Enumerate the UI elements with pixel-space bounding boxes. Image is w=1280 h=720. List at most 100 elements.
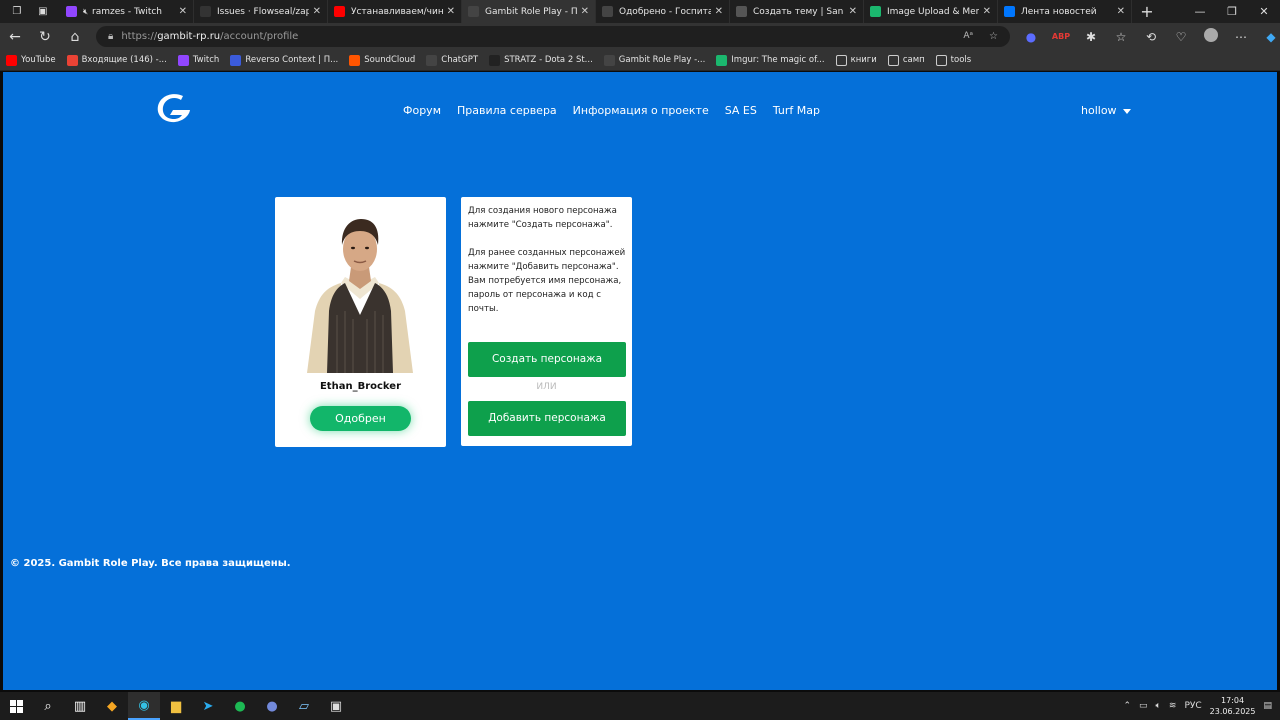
tab-list-icon[interactable]: ▣ — [38, 6, 47, 17]
bookmark-3[interactable]: Reverso Context | П... — [230, 54, 339, 66]
bookmark-label: Imgur: The magic of... — [731, 55, 825, 65]
more-menu-icon[interactable]: ⋯ — [1226, 30, 1256, 44]
file-explorer-icon[interactable]: ▆ — [160, 692, 192, 720]
muted-audio-icon[interactable]: 🔇︎ — [83, 7, 88, 17]
nav-link-2[interactable]: Информация о проекте — [573, 104, 709, 117]
tab-6[interactable]: Image Upload & Meme Ge ✕ — [864, 0, 998, 23]
chevron-up-icon[interactable]: ⌃ — [1123, 701, 1131, 711]
telegram-icon[interactable]: ➤ — [192, 692, 224, 720]
history-icon[interactable]: ⟲ — [1136, 30, 1166, 44]
restore-button[interactable]: ❐ — [1216, 0, 1248, 23]
tab-5[interactable]: Создать тему | San Andre ✕ — [730, 0, 864, 23]
task-view-icon[interactable]: ▥ — [64, 692, 96, 720]
battery-icon[interactable]: ▭ — [1139, 701, 1148, 711]
read-aloud-icon[interactable]: Aᵃ — [963, 31, 973, 42]
bookmark-1[interactable]: Входящие (146) -... — [66, 54, 167, 66]
youtube-icon — [6, 54, 17, 66]
bookmark-4[interactable]: SoundCloud — [349, 54, 415, 66]
wifi-icon[interactable]: ≋ — [1169, 701, 1177, 711]
spotify-icon[interactable]: ● — [224, 692, 256, 720]
bookmark-5[interactable]: ChatGPT — [426, 54, 479, 66]
bookmark-7[interactable]: Gambit Role Play -... — [603, 54, 705, 66]
bookmark-6[interactable]: STRATZ - Dota 2 St... — [489, 54, 593, 66]
start-button[interactable] — [0, 692, 32, 720]
bookmark-2[interactable]: Twitch — [177, 54, 219, 66]
character-avatar — [307, 219, 413, 373]
soundcloud-icon — [349, 54, 361, 66]
username-label: hollow — [1081, 104, 1117, 117]
chevron-down-icon — [1122, 109, 1131, 114]
adblock-icon[interactable]: ABP — [1046, 32, 1076, 41]
volume-icon[interactable]: 🔈︎ — [1156, 701, 1161, 711]
bookmark-label: ChatGPT — [441, 55, 479, 65]
search-icon[interactable]: ⌕ — [32, 692, 64, 720]
copilot-app-icon[interactable]: ◆ — [96, 692, 128, 720]
discord-icon[interactable]: ● — [256, 692, 288, 720]
nav-link-1[interactable]: Правила сервера — [457, 104, 557, 117]
close-tab-icon[interactable]: ✕ — [715, 6, 723, 17]
close-tab-icon[interactable]: ✕ — [313, 6, 321, 17]
home-button[interactable]: ⌂ — [60, 29, 90, 45]
back-button[interactable]: ← — [0, 29, 30, 45]
bookmark-10[interactable]: самп — [887, 54, 925, 66]
tab-title: Gambit Role Play - Профи — [485, 6, 577, 17]
close-tab-icon[interactable]: ✕ — [849, 6, 857, 17]
tab-actions: ❐ ▣ — [0, 0, 60, 23]
tab-0[interactable]: 🔇︎ ramzes - Twitch ✕ — [60, 0, 194, 23]
close-window-button[interactable]: ✕ — [1248, 0, 1280, 23]
language-indicator[interactable]: РУС — [1184, 701, 1201, 711]
app-window-icon[interactable]: ▣ — [320, 692, 352, 720]
extensions-puzzle-icon[interactable]: ✱ — [1076, 30, 1106, 44]
nav-link-0[interactable]: Форум — [403, 104, 441, 117]
new-tab-button[interactable]: + — [1132, 0, 1162, 23]
lock-icon[interactable]: 🔒︎ — [108, 31, 113, 42]
create-character-button[interactable]: Создать персонажа — [468, 342, 626, 377]
performance-icon[interactable]: ♡ — [1166, 30, 1196, 44]
notifications-icon[interactable]: ▤ — [1263, 701, 1272, 711]
bookmark-label: Reverso Context | П... — [245, 55, 339, 65]
minimize-button[interactable]: — — [1184, 0, 1216, 23]
tab-1[interactable]: Issues · Flowseal/zapret-di ✕ — [194, 0, 328, 23]
close-tab-icon[interactable]: ✕ — [1117, 6, 1125, 17]
url-path: /account/profile — [220, 31, 299, 42]
profile-avatar[interactable] — [1196, 28, 1226, 45]
site-navigation: Форум Правила сервера Информация о проекте… — [403, 104, 820, 117]
clock[interactable]: 17:04 23.06.2025 — [1210, 695, 1256, 717]
character-name: Ethan_Brocker — [319, 381, 402, 392]
tab-2[interactable]: Устанавливаем/чиним Za ✕ — [328, 0, 462, 23]
reload-button[interactable]: ↻ — [30, 29, 60, 45]
copilot-icon[interactable]: ◆ — [1256, 30, 1280, 44]
user-menu[interactable]: hollow — [1081, 104, 1131, 117]
gambit-logo[interactable] — [153, 90, 195, 126]
folder-icon — [887, 54, 899, 66]
address-bar[interactable]: 🔒︎ https://gambit-rp.ru/account/profile … — [96, 26, 1010, 47]
tab-4[interactable]: Одобрено - Госпиталь Ва ✕ — [596, 0, 730, 23]
edge-app-icon[interactable]: ◉ — [128, 692, 160, 720]
bookmark-0[interactable]: YouTube — [6, 54, 56, 66]
extension-icon[interactable]: ● — [1016, 30, 1046, 44]
notepad-icon[interactable]: ▱ — [288, 692, 320, 720]
workspaces-icon[interactable]: ❐ — [12, 6, 21, 17]
tab-3[interactable]: Gambit Role Play - Профи ✕ — [462, 0, 596, 23]
bookmark-label: tools — [950, 55, 972, 65]
page-content: Форум Правила сервера Информация о проекте… — [3, 72, 1277, 690]
close-tab-icon[interactable]: ✕ — [983, 6, 991, 17]
favorites-icon[interactable]: ☆ — [1106, 30, 1136, 44]
close-tab-icon[interactable]: ✕ — [179, 6, 187, 17]
tab-7[interactable]: Лента новостей ✕ — [998, 0, 1132, 23]
add-character-button[interactable]: Добавить персонажа — [468, 401, 626, 436]
tab-title: Устанавливаем/чиним Za — [351, 6, 443, 17]
bookmark-label: Входящие (146) -... — [81, 55, 167, 65]
bookmark-8[interactable]: Imgur: The magic of... — [716, 54, 825, 66]
nav-link-4[interactable]: Turf Map — [773, 104, 820, 117]
close-tab-icon[interactable]: ✕ — [581, 6, 589, 17]
favorite-star-icon[interactable]: ☆ — [989, 31, 998, 42]
status-badge[interactable]: Одобрен — [310, 406, 411, 431]
bookmark-9[interactable]: книги — [835, 54, 877, 66]
close-tab-icon[interactable]: ✕ — [447, 6, 455, 17]
url-host: gambit-rp.ru — [157, 31, 221, 42]
clock-time: 17:04 — [1221, 696, 1245, 705]
nav-link-3[interactable]: SA ES — [725, 104, 757, 117]
window-controls: — ❐ ✕ — [1184, 0, 1280, 23]
bookmark-11[interactable]: tools — [935, 54, 972, 66]
